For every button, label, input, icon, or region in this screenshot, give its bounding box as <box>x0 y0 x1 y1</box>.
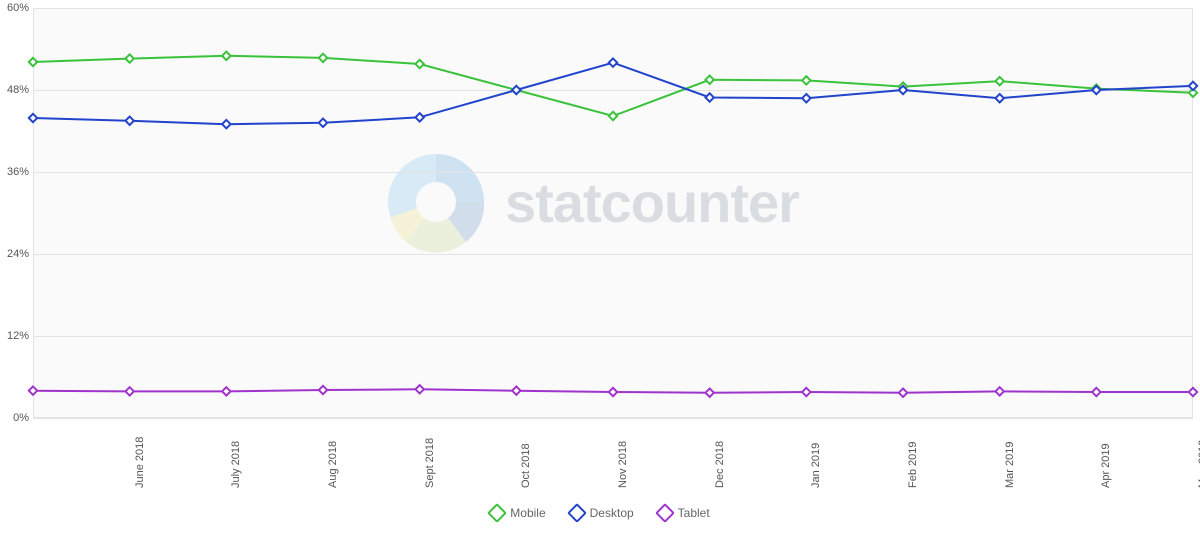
series-point-desktop[interactable] <box>125 117 133 125</box>
legend-label: Mobile <box>510 506 545 520</box>
x-tick-label: Jan 2019 <box>810 443 822 488</box>
x-tick-label: Oct 2018 <box>520 443 532 488</box>
legend-marker-icon <box>487 503 507 523</box>
series-point-tablet[interactable] <box>1189 388 1197 396</box>
series-point-desktop[interactable] <box>609 58 617 66</box>
y-tick-label: 60% <box>1 2 29 14</box>
x-tick-label: Apr 2019 <box>1100 443 1112 488</box>
series-point-mobile[interactable] <box>609 112 617 120</box>
x-tick-label: Mar 2019 <box>1004 442 1016 488</box>
x-tick-label: July 2018 <box>230 441 242 488</box>
legend-item-tablet[interactable]: Tablet <box>658 506 710 520</box>
x-tick-label: Aug 2018 <box>327 441 339 488</box>
series-point-desktop[interactable] <box>705 93 713 101</box>
series-point-tablet[interactable] <box>802 388 810 396</box>
series-point-tablet[interactable] <box>319 386 327 394</box>
series-point-desktop[interactable] <box>319 119 327 127</box>
y-tick-label: 24% <box>1 248 29 260</box>
y-tick-label: 36% <box>1 166 29 178</box>
legend-item-desktop[interactable]: Desktop <box>570 506 634 520</box>
x-tick-label: Nov 2018 <box>617 441 629 488</box>
series-point-tablet[interactable] <box>222 387 230 395</box>
series-point-desktop[interactable] <box>512 86 520 94</box>
series-point-desktop[interactable] <box>995 94 1003 102</box>
y-tick-label: 0% <box>1 412 29 424</box>
series-point-tablet[interactable] <box>705 389 713 397</box>
series-point-tablet[interactable] <box>125 387 133 395</box>
y-tick-label: 12% <box>1 330 29 342</box>
series-point-tablet[interactable] <box>512 386 520 394</box>
series-point-tablet[interactable] <box>415 385 423 393</box>
series-point-desktop[interactable] <box>802 94 810 102</box>
series-point-mobile[interactable] <box>125 54 133 62</box>
legend-marker-icon <box>567 503 587 523</box>
y-tick-label: 48% <box>1 84 29 96</box>
series-point-desktop[interactable] <box>29 114 37 122</box>
x-tick-label: Dec 2018 <box>714 441 726 488</box>
x-tick-label: June 2018 <box>134 437 146 488</box>
series-point-tablet[interactable] <box>899 389 907 397</box>
series-point-tablet[interactable] <box>29 386 37 394</box>
x-tick-label: Feb 2019 <box>907 442 919 488</box>
chart-container: statcounter 0%12%24%36%48%60% June 2018J… <box>0 0 1200 534</box>
series-point-desktop[interactable] <box>1189 82 1197 90</box>
legend-label: Desktop <box>590 506 634 520</box>
series-point-tablet[interactable] <box>1092 388 1100 396</box>
legend: Mobile Desktop Tablet <box>0 506 1200 525</box>
plot-svg <box>0 0 1200 534</box>
series-point-desktop[interactable] <box>415 113 423 121</box>
series-point-mobile[interactable] <box>319 54 327 62</box>
series-point-mobile[interactable] <box>222 52 230 60</box>
series-point-tablet[interactable] <box>609 388 617 396</box>
legend-item-mobile[interactable]: Mobile <box>490 506 545 520</box>
series-point-mobile[interactable] <box>802 76 810 84</box>
series-point-mobile[interactable] <box>705 76 713 84</box>
series-point-mobile[interactable] <box>995 77 1003 85</box>
legend-label: Tablet <box>678 506 710 520</box>
legend-marker-icon <box>655 503 675 523</box>
x-tick-label: Sept 2018 <box>424 438 436 488</box>
series-point-mobile[interactable] <box>415 60 423 68</box>
series-point-tablet[interactable] <box>995 387 1003 395</box>
series-point-mobile[interactable] <box>29 58 37 66</box>
series-point-desktop[interactable] <box>222 120 230 128</box>
